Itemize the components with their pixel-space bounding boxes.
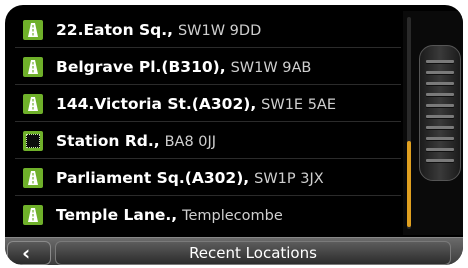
area-icon — [23, 131, 43, 151]
bottom-bar: ‹ Recent Locations — [5, 237, 463, 265]
scrollbar[interactable] — [403, 11, 463, 235]
location-item[interactable]: 22.Eaton Sq., SW1W 9DD — [15, 13, 401, 48]
location-item[interactable]: Belgrave Pl.(B310), SW1W 9AB — [15, 50, 401, 85]
grip-line — [426, 82, 454, 85]
scroll-handle[interactable] — [419, 45, 461, 181]
location-name: 22.Eaton Sq., — [56, 21, 174, 39]
road-icon — [23, 205, 43, 225]
road-icon — [23, 94, 43, 114]
road-icon — [23, 20, 43, 40]
back-button[interactable]: ‹ — [7, 241, 51, 265]
recent-locations-list: 22.Eaton Sq., SW1W 9DD Belgrave Pl.(B310… — [15, 13, 403, 235]
location-detail: SW1W 9AB — [230, 60, 312, 76]
screen-title: Recent Locations — [55, 241, 451, 265]
location-item[interactable]: 144.Victoria St.(A302), SW1E 5AE — [15, 87, 401, 122]
location-name: Station Rd., — [56, 132, 160, 150]
location-name: Parliament Sq.(A302), — [56, 169, 250, 187]
chevron-left-icon: ‹ — [22, 241, 31, 265]
location-name: Belgrave Pl.(B310), — [56, 58, 226, 76]
location-name: Temple Lane., — [56, 206, 178, 224]
scroll-position-indicator — [407, 141, 411, 227]
location-detail: SW1W 9DD — [177, 23, 262, 39]
location-detail: SW1E 5AE — [261, 97, 336, 113]
location-detail: BA8 0JJ — [164, 134, 217, 150]
location-item[interactable]: Parliament Sq.(A302), SW1P 3JX — [15, 161, 401, 196]
road-icon — [23, 57, 43, 77]
location-detail: SW1P 3JX — [254, 171, 324, 187]
grip-line — [426, 115, 454, 118]
grip-line — [426, 93, 454, 96]
grip-line — [426, 104, 454, 107]
grip-line — [426, 159, 454, 162]
location-item[interactable]: Temple Lane., Templecombe — [15, 198, 401, 232]
location-item[interactable]: Station Rd., BA8 0JJ — [15, 124, 401, 159]
grip-line — [426, 71, 454, 74]
grip-line — [426, 137, 454, 140]
road-icon — [23, 168, 43, 188]
grip-line — [426, 148, 454, 151]
grip-line — [426, 126, 454, 129]
location-name: 144.Victoria St.(A302), — [56, 95, 257, 113]
grip-line — [426, 60, 454, 63]
location-detail: Templecombe — [182, 208, 283, 224]
navigation-screen: 22.Eaton Sq., SW1W 9DD Belgrave Pl.(B310… — [5, 5, 463, 265]
